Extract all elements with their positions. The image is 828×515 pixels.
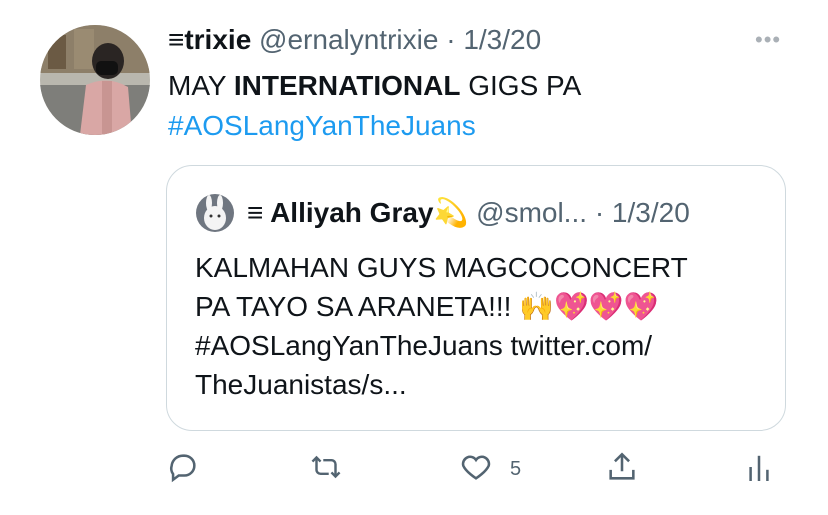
quoted-author-name[interactable]: ≡ Alliyah Gray [247,197,433,228]
quoted-author-handle[interactable]: @smol... [476,197,587,228]
tweet-text-bold: INTERNATIONAL [233,70,461,101]
reply-icon [170,454,196,483]
retweet-button[interactable] [307,450,345,484]
quoted-tweet[interactable]: ≡ Alliyah Gray💫 @smol... · 1/3/20 KALMAH… [166,165,786,431]
like-count: 5 [510,458,522,480]
analytics-button[interactable] [745,450,773,484]
quoted-text: KALMAHAN GUYS MAGCOCONCERT PA TAYO SA AR… [195,248,688,404]
tweet-text: MAY INTERNATIONAL GIGS PA #AOSLangYanThe… [168,66,581,146]
quoted-separator: · [594,197,605,228]
author-avatar[interactable] [40,25,150,135]
more-options-icon[interactable]: ••• [755,27,781,53]
quoted-date[interactable]: 1/3/20 [612,197,690,228]
like-button[interactable] [458,450,494,484]
tweet-hashtag[interactable]: #AOSLangYanTheJuans [168,106,581,146]
quoted-line-1: KALMAHAN GUYS MAGCOCONCERT [195,252,688,283]
analytics-icon [749,455,769,481]
quoted-line-4[interactable]: TheJuanistas/s... [195,365,688,404]
quoted-line-3: #AOSLangYanTheJuans twitter.com/ [195,326,688,365]
author-name[interactable]: ≡trixie [168,24,251,55]
share-icon [609,452,635,480]
tweet-date[interactable]: 1/3/20 [463,24,541,55]
heart-icon [461,455,491,480]
quoted-line-2-text: PA TAYO SA ARANETA!!! [195,291,520,322]
quoted-hashtag[interactable]: #AOSLangYanTheJuans [195,330,503,361]
quoted-name-emoji: 💫 [433,197,469,228]
quoted-emojis: 🙌💖💖💖 [519,291,659,322]
header-separator: · [446,24,456,55]
quoted-link[interactable]: twitter.com/ [503,330,652,361]
author-handle[interactable]: @ernalyntrixie [259,24,438,55]
share-button[interactable] [605,450,639,484]
tweet-header: ≡trixie @ernalyntrixie · 1/3/20 [168,24,541,58]
quoted-line-2: PA TAYO SA ARANETA!!! 🙌💖💖💖 [195,287,688,326]
quoted-author-avatar[interactable] [196,194,234,232]
quoted-header: ≡ Alliyah Gray💫 @smol... · 1/3/20 [247,196,690,229]
tweet-text-prefix: MAY [168,70,234,101]
tweet-text-suffix: GIGS PA [460,70,582,101]
retweet-icon [311,455,341,479]
action-bar: 5 [0,450,828,494]
tweet-line-1: MAY INTERNATIONAL GIGS PA [168,66,581,106]
reply-button[interactable] [166,450,200,484]
